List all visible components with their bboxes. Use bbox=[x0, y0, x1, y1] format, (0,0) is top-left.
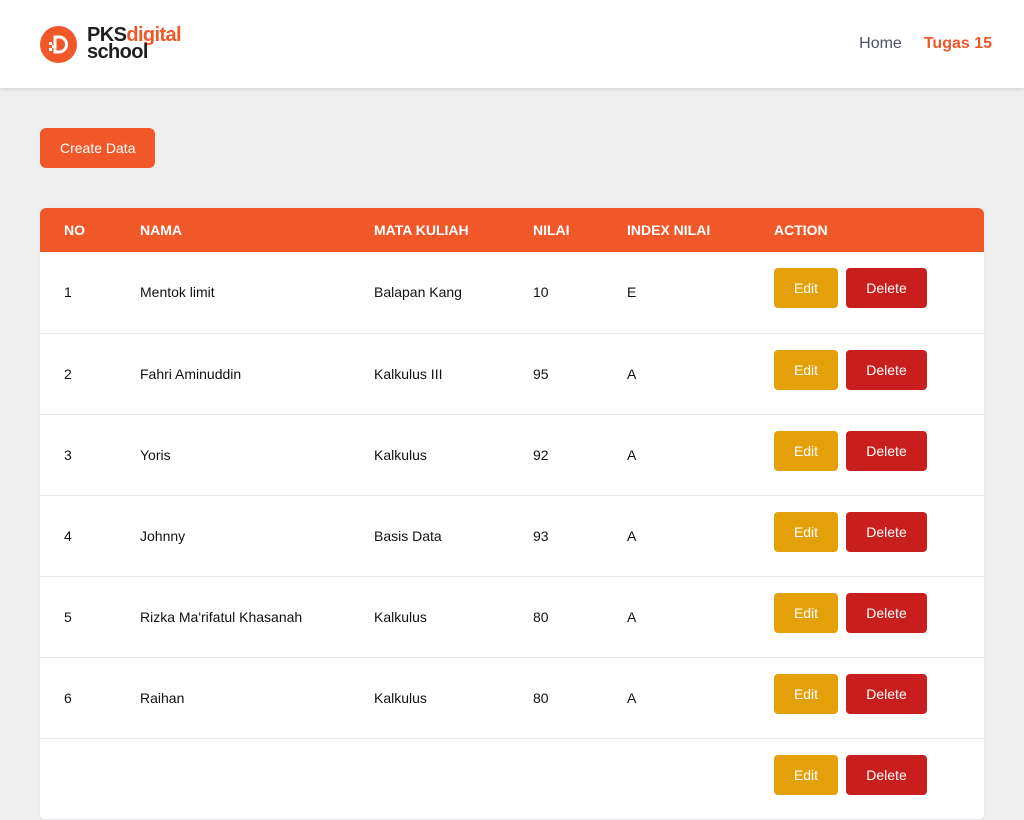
table-row: Edit Delete bbox=[40, 738, 984, 819]
delete-button[interactable]: Delete bbox=[846, 511, 927, 552]
cell-nama: Fahri Aminuddin bbox=[140, 365, 242, 382]
cell-action: Edit Delete bbox=[750, 252, 984, 333]
data-table: NO NAMA MATA KULIAH NILAI INDEX NILAI AC… bbox=[40, 208, 984, 820]
cell-no bbox=[40, 738, 116, 819]
main-content: Create Data NO NAMA MATA KULIAH NILAI IN… bbox=[40, 128, 984, 820]
cell-action: Edit Delete bbox=[750, 576, 984, 657]
cell-mata-kuliah: Basis Data bbox=[374, 527, 442, 544]
cell-nilai: 95 bbox=[533, 365, 549, 382]
cell-nilai: 93 bbox=[533, 527, 549, 544]
table-row: 1 Mentok limit Balapan Kang 10 E Edit De… bbox=[40, 252, 984, 333]
cell-mata-kuliah bbox=[350, 738, 509, 819]
cell-nilai: 80 bbox=[533, 689, 549, 706]
edit-button[interactable]: Edit bbox=[774, 754, 838, 795]
cell-no: 2 bbox=[64, 365, 72, 382]
brand-name-school: school bbox=[87, 40, 148, 63]
table-row: 6 Raihan Kalkulus 80 A Edit Delete bbox=[40, 657, 984, 738]
cell-nama: Rizka Ma'rifatul Khasanah bbox=[140, 608, 303, 625]
cell-nilai: 92 bbox=[533, 446, 549, 463]
cell-mata-kuliah: Kalkulus III bbox=[374, 365, 443, 382]
cell-mata-kuliah: Kalkulus bbox=[374, 608, 427, 625]
nav-links: Home Tugas 15 bbox=[859, 35, 992, 53]
cell-action: Edit Delete bbox=[750, 414, 984, 495]
cell-no: 1 bbox=[64, 284, 72, 301]
data-table-container: NO NAMA MATA KULIAH NILAI INDEX NILAI AC… bbox=[40, 208, 984, 820]
edit-button[interactable]: Edit bbox=[774, 673, 838, 714]
cell-nilai bbox=[509, 738, 603, 819]
edit-button[interactable]: Edit bbox=[774, 592, 838, 633]
edit-button[interactable]: Edit bbox=[774, 268, 838, 309]
brand-wordmark: PKSdigital school bbox=[87, 25, 182, 63]
delete-button[interactable]: Delete bbox=[846, 673, 927, 714]
navbar: PKSdigital school Home Tugas 15 bbox=[0, 0, 1024, 88]
delete-button[interactable]: Delete bbox=[846, 430, 927, 471]
cell-index-nilai: A bbox=[627, 365, 637, 382]
delete-button[interactable]: Delete bbox=[846, 268, 927, 309]
cell-no: 3 bbox=[64, 446, 72, 463]
header-nama: NAMA bbox=[140, 222, 182, 238]
cell-action: Edit Delete bbox=[750, 333, 984, 414]
header-mata-kuliah: MATA KULIAH bbox=[374, 222, 469, 238]
nav-link-tugas-15[interactable]: Tugas 15 bbox=[924, 35, 992, 53]
cell-no: 5 bbox=[64, 608, 72, 625]
cell-index-nilai: E bbox=[627, 284, 637, 301]
cell-no: 6 bbox=[64, 689, 72, 706]
cell-action: Edit Delete bbox=[750, 495, 984, 576]
delete-button[interactable]: Delete bbox=[846, 592, 927, 633]
cell-index-nilai: A bbox=[627, 689, 637, 706]
edit-button[interactable]: Edit bbox=[774, 349, 838, 390]
delete-button[interactable]: Delete bbox=[846, 754, 927, 795]
edit-button[interactable]: Edit bbox=[774, 430, 838, 471]
cell-index-nilai: A bbox=[627, 608, 637, 625]
brand-logo[interactable]: PKSdigital school bbox=[40, 25, 182, 63]
cell-nama: Yoris bbox=[140, 446, 171, 463]
cell-mata-kuliah: Kalkulus bbox=[374, 689, 427, 706]
cell-mata-kuliah: Balapan Kang bbox=[374, 284, 462, 301]
cell-mata-kuliah: Kalkulus bbox=[374, 446, 427, 463]
cell-nilai: 10 bbox=[533, 284, 549, 301]
table-row: 3 Yoris Kalkulus 92 A Edit Delete bbox=[40, 414, 984, 495]
table-header-row: NO NAMA MATA KULIAH NILAI INDEX NILAI AC… bbox=[40, 208, 984, 252]
header-no: NO bbox=[64, 222, 85, 238]
delete-button[interactable]: Delete bbox=[846, 349, 927, 390]
table-row: 4 Johnny Basis Data 93 A Edit Delete bbox=[40, 495, 984, 576]
pks-logo-icon bbox=[40, 25, 77, 63]
cell-action: Edit Delete bbox=[750, 657, 984, 738]
cell-nama bbox=[116, 738, 350, 819]
cell-nama: Mentok limit bbox=[140, 284, 215, 301]
edit-button[interactable]: Edit bbox=[774, 511, 838, 552]
cell-nama: Johnny bbox=[140, 527, 186, 544]
cell-index-nilai bbox=[603, 738, 750, 819]
table-row: 5 Rizka Ma'rifatul Khasanah Kalkulus 80 … bbox=[40, 576, 984, 657]
cell-index-nilai: A bbox=[627, 446, 637, 463]
cell-nama: Raihan bbox=[140, 689, 185, 706]
table-row: 2 Fahri Aminuddin Kalkulus III 95 A Edit… bbox=[40, 333, 984, 414]
header-index-nilai: INDEX NILAI bbox=[627, 222, 711, 238]
create-data-button[interactable]: Create Data bbox=[40, 128, 156, 168]
cell-index-nilai: A bbox=[627, 527, 637, 544]
cell-no: 4 bbox=[64, 527, 72, 544]
header-action: ACTION bbox=[774, 222, 828, 238]
cell-nilai: 80 bbox=[533, 608, 549, 625]
cell-action: Edit Delete bbox=[750, 738, 984, 819]
header-nilai: NILAI bbox=[533, 222, 570, 238]
nav-link-home[interactable]: Home bbox=[859, 35, 902, 53]
